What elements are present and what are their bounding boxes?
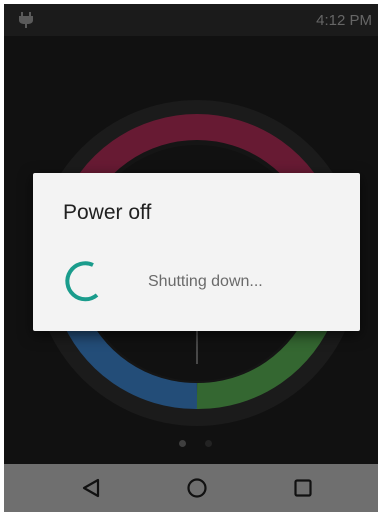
navigation-bar (4, 464, 378, 512)
progress-spinner-icon (65, 261, 99, 302)
back-triangle-icon[interactable] (74, 470, 110, 506)
status-time: 4:12 PM (316, 12, 372, 29)
power-off-dialog: Power off Shutting down... (33, 173, 360, 331)
status-bar: 4:12 PM (4, 4, 378, 36)
home-circle-icon[interactable] (179, 470, 215, 506)
dialog-title: Power off (63, 201, 152, 224)
dialog-message: Shutting down... (148, 273, 263, 290)
device-screen: 4:12 PM Power off Shutting down... (4, 4, 378, 512)
plug-icon (19, 12, 33, 28)
recents-square-icon[interactable] (285, 470, 321, 506)
